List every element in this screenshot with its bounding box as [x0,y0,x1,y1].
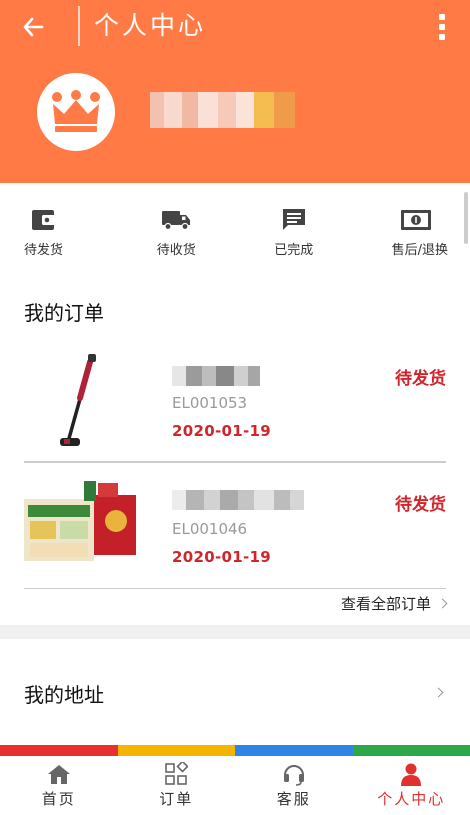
arrow-left-icon [23,17,44,37]
headset-icon [283,765,304,786]
top-bar: 个人中心 [0,0,470,52]
crown-icon [52,90,100,132]
user-icon [401,763,422,786]
nav-home[interactable]: 首页 [0,756,118,815]
status-tab-after-sales[interactable]: 售后/退换 [353,183,470,268]
vacuum-product-image [60,354,96,446]
more-button[interactable] [428,10,456,44]
chevron-right-icon [433,687,444,698]
more-vertical-icon [439,14,445,20]
banknote-icon [401,210,431,230]
view-all-orders-link[interactable]: 查看全部订单 [341,593,448,614]
gift-box-product-image [24,481,136,561]
nav-orders[interactable]: 订单 [118,756,236,815]
product-name-redacted [172,366,260,386]
product-name-redacted [172,490,304,510]
scrollbar-thumb[interactable] [464,192,468,244]
home-icon [47,765,70,784]
address-title: 我的地址 [24,683,104,707]
chevron-right-icon [437,598,448,609]
message-icon [282,209,305,230]
orders-title: 我的订单 [24,301,104,325]
bottom-nav: 首页 订单 客服 个人中心 [0,756,470,815]
username-redacted [150,92,295,128]
order-card[interactable]: EL001046 2020-01-19 待发货 [24,462,446,588]
status-tab-pending-shipment[interactable]: 待发货 [0,183,118,268]
divider [24,588,446,589]
nav-profile[interactable]: 个人中心 [353,756,470,815]
truck-icon [162,211,191,231]
order-date: 2020-01-19 [172,422,271,440]
my-address-row[interactable]: 我的地址 [0,639,470,743]
color-strip [0,745,470,756]
avatar[interactable] [37,73,115,151]
profile-header: 个人中心 [0,0,470,183]
status-tab-pending-receipt[interactable]: 待收货 [118,183,236,268]
order-card[interactable]: EL001053 2020-01-19 待发货 [24,336,446,462]
order-number: EL001053 [172,394,248,412]
order-status: 待发货 [395,495,446,515]
grid-icon [165,762,189,785]
order-date: 2020-01-19 [172,548,271,566]
back-button[interactable] [16,10,50,44]
wallet-icon [32,210,55,230]
order-number: EL001046 [172,520,248,538]
title-divider [78,6,80,46]
order-status-row: 待发货 待收货 已完成 售后/退换 [0,183,470,268]
nav-customer-service[interactable]: 客服 [235,756,353,815]
page-title: 个人中心 [94,11,207,40]
order-status: 待发货 [395,369,446,389]
section-separator [0,625,470,639]
status-tab-completed[interactable]: 已完成 [235,183,353,268]
